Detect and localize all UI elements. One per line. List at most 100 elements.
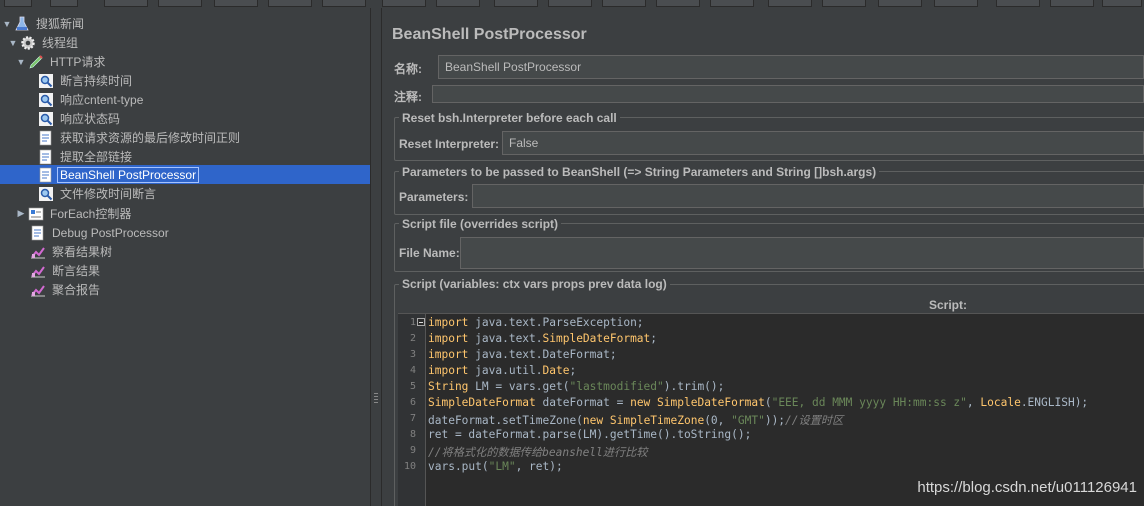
tree-item-test-plan[interactable]: ▼ 搜狐新闻: [2, 14, 86, 33]
toolbar-button[interactable]: [768, 0, 812, 7]
assertion-magnifier-icon: [39, 111, 53, 126]
code-line: //将格式化的数据传给beanshell进行比较: [428, 446, 648, 459]
script-editor[interactable]: 1 2 3 4 5 6 7 8 9 10 import java.text.Pa…: [398, 313, 1144, 506]
reset-interpreter-label: Reset Interpreter:: [399, 137, 500, 151]
file-name-field[interactable]: [460, 237, 1144, 269]
line-number: 4: [409, 365, 416, 376]
script-group-title: Script (variables: ctx vars props prev d…: [399, 277, 670, 291]
comment-field[interactable]: [432, 85, 1144, 103]
line-number: 8: [409, 429, 416, 440]
toolbar-button[interactable]: [494, 0, 538, 7]
code-line: dateFormat.setTimeZone(new SimpleTimeZon…: [428, 414, 844, 427]
assertion-magnifier-icon: [39, 73, 53, 88]
name-label: 名称:: [394, 62, 422, 76]
script-label: Script:: [929, 298, 968, 312]
watermark-text: https://blog.csdn.net/u011126941: [917, 479, 1137, 496]
code-fold-icon[interactable]: [417, 318, 425, 326]
parameters-group-title: Parameters to be passed to BeanShell (=>…: [399, 165, 880, 179]
toolbar-button[interactable]: [50, 0, 78, 7]
postprocessor-document-icon: [39, 167, 52, 182]
line-number: 9: [409, 445, 416, 456]
toolbar-button[interactable]: [548, 0, 592, 7]
tree-item-link-extractor[interactable]: 提取全部链接: [38, 147, 134, 166]
tree-item-http-request[interactable]: ▼ HTTP请求: [16, 52, 107, 71]
thread-group-gear-icon: [21, 35, 35, 50]
line-number: 7: [409, 413, 416, 424]
parameters-field[interactable]: [472, 184, 1144, 208]
line-number-gutter: 1 2 3 4 5 6 7 8 9 10: [398, 314, 426, 506]
tree-item-assertion-content-type[interactable]: 响应cntent-type: [38, 90, 145, 109]
code-line: vars.put("LM", ret);: [428, 460, 563, 473]
listener-chart-icon: [31, 265, 45, 277]
http-sampler-pen-icon: [29, 54, 43, 68]
line-number: 3: [409, 349, 416, 360]
editor-panel: BeanShell PostProcessor 名称: BeanShell Po…: [382, 8, 1144, 506]
toolbar-button[interactable]: [602, 0, 646, 7]
toolbar-button[interactable]: [996, 0, 1040, 7]
script-file-group-title: Script file (overrides script): [399, 217, 562, 231]
toolbar-button[interactable]: [878, 0, 922, 7]
toolbar-button[interactable]: [656, 0, 700, 7]
toolbar-button[interactable]: [1050, 0, 1094, 7]
file-name-label: File Name:: [399, 246, 460, 260]
toolbar-button[interactable]: [1102, 0, 1142, 7]
extractor-document-icon: [39, 149, 52, 164]
line-number: 6: [409, 397, 416, 408]
splitter-grip-icon[interactable]: [374, 393, 378, 407]
toolbar-button[interactable]: [4, 0, 32, 7]
test-plan-tree: ▼ 搜狐新闻 ▼ 线程组 ▼ HTTP请求 断言持续时间 响应cntent-ty…: [0, 8, 370, 506]
listener-chart-icon: [31, 284, 45, 296]
tree-item-debug-postprocessor[interactable]: Debug PostProcessor: [30, 223, 171, 242]
toolbar-button[interactable]: [214, 0, 258, 7]
assertion-magnifier-icon: [39, 186, 53, 201]
toolbar-button[interactable]: [934, 0, 978, 7]
toolbar-button[interactable]: [382, 0, 426, 7]
expand-arrow-icon[interactable]: ▼: [8, 38, 18, 48]
tree-item-aggregate-report[interactable]: 聚合报告: [30, 280, 102, 299]
line-number: 2: [409, 333, 416, 344]
reset-interpreter-select[interactable]: False: [502, 131, 1144, 155]
foreach-controller-icon: [28, 207, 44, 220]
tree-item-assertion-results[interactable]: 断言结果: [30, 261, 102, 280]
toolbar: [0, 0, 1144, 8]
code-line: String LM = vars.get("lastmodified").tri…: [428, 380, 725, 393]
line-number: 1: [409, 317, 416, 328]
tree-item-foreach-controller[interactable]: ▶ ForEach控制器: [16, 204, 133, 223]
tree-item-assertion-duration[interactable]: 断言持续时间: [38, 71, 134, 90]
toolbar-button[interactable]: [268, 0, 312, 7]
toolbar-button[interactable]: [436, 0, 480, 7]
toolbar-button[interactable]: [822, 0, 866, 7]
parameters-label: Parameters:: [399, 190, 469, 204]
tree-item-thread-group[interactable]: ▼ 线程组: [8, 33, 80, 52]
tree-item-regex-extractor[interactable]: 获取请求资源的最后修改时间正则: [38, 128, 242, 147]
pane-splitter[interactable]: [370, 8, 382, 506]
assertion-magnifier-icon: [39, 92, 53, 107]
name-field[interactable]: BeanShell PostProcessor: [438, 55, 1144, 79]
panel-title: BeanShell PostProcessor: [392, 26, 587, 43]
code-line: import java.text.SimpleDateFormat;: [428, 332, 658, 345]
tree-item-assertion-status-code[interactable]: 响应状态码: [38, 109, 122, 128]
tree-item-beanshell-postprocessor[interactable]: BeanShell PostProcessor: [38, 165, 200, 184]
expand-arrow-icon[interactable]: ▼: [16, 57, 26, 67]
tree-item-file-time-assertion[interactable]: 文件修改时间断言: [38, 184, 158, 203]
toolbar-button[interactable]: [322, 0, 366, 7]
code-line: SimpleDateFormat dateFormat = new Simple…: [428, 396, 1089, 409]
code-line: import java.text.DateFormat;: [428, 348, 617, 361]
line-number: 10: [403, 461, 416, 472]
comment-label: 注释:: [394, 90, 422, 104]
line-number: 5: [409, 381, 416, 392]
code-line: ret = dateFormat.parse(LM).getTime().toS…: [428, 428, 752, 441]
extractor-document-icon: [39, 130, 52, 145]
toolbar-button[interactable]: [710, 0, 754, 7]
toolbar-button[interactable]: [104, 0, 148, 7]
code-line: import java.text.ParseException;: [428, 316, 644, 329]
listener-chart-icon: [31, 246, 45, 258]
expand-arrow-icon[interactable]: ▼: [2, 19, 12, 29]
test-plan-flask-icon: [15, 16, 29, 30]
postprocessor-document-icon: [31, 225, 44, 240]
collapse-arrow-icon[interactable]: ▶: [16, 208, 26, 219]
reset-group-title: Reset bsh.Interpreter before each call: [399, 111, 620, 125]
code-line: import java.util.Date;: [428, 364, 577, 377]
toolbar-button[interactable]: [158, 0, 202, 7]
tree-item-view-results-tree[interactable]: 察看结果树: [30, 242, 114, 261]
